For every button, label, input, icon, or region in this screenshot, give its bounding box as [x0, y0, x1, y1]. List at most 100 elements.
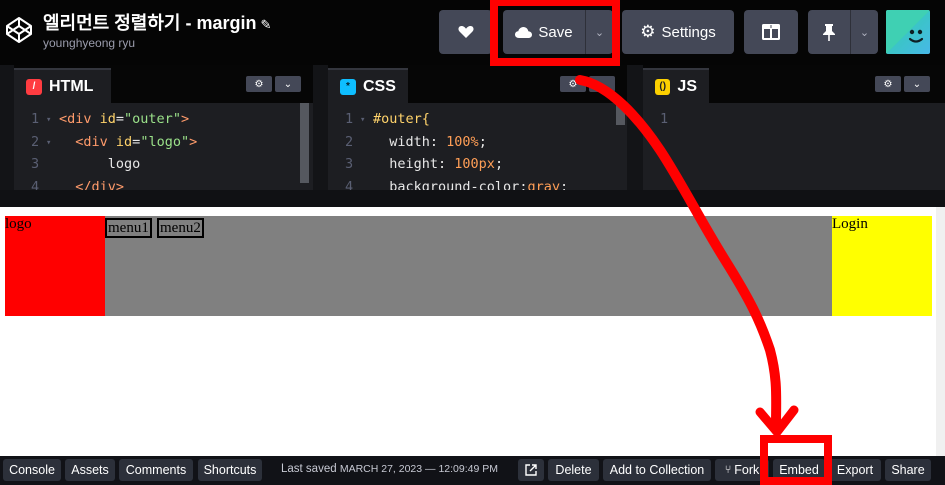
settings-label: Settings — [661, 23, 716, 41]
avatar-face-icon — [886, 10, 930, 54]
html-tab-label: HTML — [49, 77, 94, 95]
css-scrollbar[interactable] — [616, 103, 625, 125]
line-number: 3 — [345, 156, 354, 172]
pin-button[interactable] — [808, 10, 850, 54]
html-tabbar: / HTML ⚙ ⌄ — [14, 65, 313, 103]
code-line: </div> — [59, 176, 124, 191]
chevron-down-icon: ⌄ — [912, 78, 922, 90]
code-token: <div — [59, 111, 100, 127]
html-collapse-button[interactable]: ⌄ — [275, 76, 301, 92]
pin-dropdown-button[interactable]: ⌄ — [850, 10, 878, 54]
result-scrollbar[interactable] — [936, 207, 945, 456]
author-name[interactable]: younghyeong ryu — [43, 36, 135, 50]
shortcuts-button[interactable]: Shortcuts — [198, 459, 262, 481]
menu1-box: menu1 — [105, 218, 152, 238]
gear-icon: ⚙ — [640, 22, 656, 41]
last-saved-label: Last saved — [281, 463, 337, 475]
embed-highlight-box — [760, 435, 832, 485]
last-saved-status: Last saved MARCH 27, 2023 — 12:09:49 PM — [281, 463, 498, 475]
line-number: 4 — [31, 178, 40, 191]
code-token: height — [373, 156, 439, 172]
code-token: = — [115, 111, 125, 127]
heart-button[interactable] — [439, 10, 492, 54]
css-badge-icon: * — [340, 78, 356, 95]
comments-button[interactable]: Comments — [119, 459, 193, 481]
tab-css[interactable]: * CSS — [328, 68, 408, 103]
chevron-down-icon: ⌄ — [597, 78, 607, 90]
code-line: background-color:gray; — [373, 176, 568, 191]
codepen-logo-icon[interactable] — [5, 16, 33, 44]
css-settings-button[interactable]: ⚙ — [560, 76, 586, 92]
css-tabbar: * CSS ⚙ ⌄ — [328, 65, 627, 103]
settings-button[interactable]: ⚙ Settings — [622, 10, 734, 54]
gear-icon: ⚙ — [254, 78, 264, 90]
menu2-box: menu2 — [157, 218, 204, 238]
code-token: "logo" — [140, 133, 190, 150]
fork-icon: ⑂ — [724, 464, 732, 476]
external-link-icon — [525, 464, 537, 476]
code-token: width — [373, 133, 430, 150]
js-collapse-button[interactable]: ⌄ — [904, 76, 930, 92]
code-token: 100% — [446, 133, 479, 150]
code-token: ; — [559, 178, 569, 191]
pen-title-text: 엘리먼트 정렬하기 - margin — [43, 13, 257, 33]
fold-toggle-icon[interactable]: ▾ — [360, 109, 365, 132]
html-scrollbar[interactable] — [300, 103, 309, 183]
code-line: <div id="logo"> — [59, 131, 197, 154]
code-line: <div id="outer"> — [59, 108, 189, 131]
gear-icon: ⚙ — [568, 78, 578, 90]
code-token: background-color — [373, 178, 520, 191]
code-token: id — [115, 133, 133, 150]
assets-button[interactable]: Assets — [65, 459, 115, 481]
result-preview: logo menu1 menu2 Login — [0, 207, 945, 456]
js-settings-button[interactable]: ⚙ — [875, 76, 901, 92]
line-number: 4 — [345, 178, 354, 191]
tab-js[interactable]: () JS — [643, 68, 709, 103]
css-tab-label: CSS — [363, 77, 396, 95]
line-number: 2 — [345, 133, 354, 150]
code-line: height: 100px; — [373, 153, 503, 176]
export-button[interactable]: Export — [829, 459, 881, 481]
chevron-down-icon: ⌄ — [859, 26, 870, 39]
login-text: Login — [832, 216, 868, 232]
chevron-down-icon: ⌄ — [283, 78, 293, 90]
pencil-icon[interactable]: ✎ — [261, 17, 272, 32]
pin-icon — [823, 23, 835, 41]
logo-box: logo — [5, 216, 105, 316]
login-box: Login — [832, 216, 932, 316]
last-saved-time: MARCH 27, 2023 — 12:09:49 PM — [339, 463, 498, 475]
js-editor-pane: () JS ⚙ ⌄ 1 — [643, 65, 945, 190]
editor-area: / HTML ⚙ ⌄ 1 ▾ <div id="outer"> 2 ▾ <div id=… — [0, 65, 945, 190]
delete-button[interactable]: Delete — [548, 459, 599, 481]
html-badge-icon: / — [26, 78, 42, 95]
pen-title[interactable]: 엘리먼트 정렬하기 - margin ✎ — [43, 9, 271, 35]
open-external-button[interactable] — [518, 459, 544, 481]
add-to-collection-button[interactable]: Add to Collection — [603, 459, 711, 481]
html-settings-button[interactable]: ⚙ — [246, 76, 272, 92]
line-number: 1 — [660, 111, 669, 127]
share-button[interactable]: Share — [885, 459, 931, 481]
fold-toggle-icon[interactable]: ▾ — [46, 109, 51, 132]
code-token: logo — [59, 156, 141, 172]
console-button[interactable]: Console — [3, 459, 61, 481]
html-editor-pane: / HTML ⚙ ⌄ 1 ▾ <div id="outer"> 2 ▾ <div id=… — [14, 65, 313, 190]
layout-icon — [762, 24, 780, 40]
css-collapse-button[interactable]: ⌄ — [589, 76, 615, 92]
code-line: #outer{ — [373, 108, 430, 131]
code-token: 100px — [454, 156, 495, 172]
resize-divider[interactable] — [0, 190, 945, 207]
heart-icon — [457, 26, 474, 38]
code-token: : — [438, 156, 455, 172]
js-tabbar: () JS ⚙ ⌄ — [643, 65, 945, 103]
avatar[interactable] — [886, 10, 930, 54]
code-token: ; — [494, 156, 504, 172]
code-token: : — [429, 133, 447, 150]
code-token: gray — [527, 178, 560, 191]
code-token: <div — [59, 133, 116, 150]
code-token: > — [189, 133, 198, 150]
fold-toggle-icon[interactable]: ▾ — [46, 132, 51, 155]
gear-icon: ⚙ — [883, 78, 893, 90]
codepen-editor-window: 엘리먼트 정렬하기 - margin ✎ younghyeong ryu Save… — [0, 0, 945, 485]
change-view-button[interactable] — [744, 10, 798, 54]
tab-html[interactable]: / HTML — [14, 68, 111, 103]
